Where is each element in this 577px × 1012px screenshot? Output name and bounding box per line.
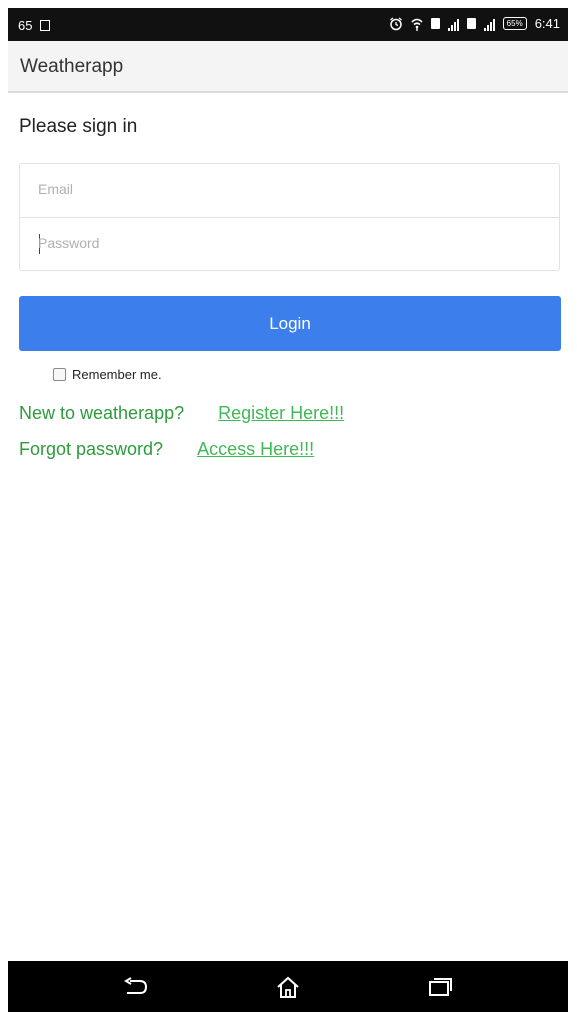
credentials-group xyxy=(19,163,560,271)
login-button[interactable]: Login xyxy=(19,296,561,351)
sim-card-2-icon xyxy=(466,18,476,29)
battery-icon: 65% xyxy=(502,17,527,30)
access-link[interactable]: Access Here!!! xyxy=(197,439,314,459)
status-notification-count: 65 xyxy=(18,18,33,33)
navigation-bar xyxy=(8,961,568,1012)
remember-me-checkbox[interactable] xyxy=(53,368,66,381)
recent-apps-icon xyxy=(429,978,452,996)
status-left: 65 xyxy=(18,18,51,33)
back-button[interactable] xyxy=(116,971,156,1003)
cell-signal-icon xyxy=(447,17,459,31)
password-field-wrapper xyxy=(20,217,559,271)
status-bar: 65 65% 6:41 xyxy=(8,8,568,41)
home-button[interactable] xyxy=(268,971,308,1003)
recent-apps-button[interactable] xyxy=(420,971,460,1003)
sim-card-icon xyxy=(430,18,440,29)
password-field[interactable] xyxy=(38,235,538,251)
home-icon xyxy=(277,976,299,998)
status-right: 65% 6:41 xyxy=(389,16,560,31)
forgot-prompt: Forgot password? xyxy=(19,439,164,459)
email-field[interactable] xyxy=(38,181,538,197)
app-title: Weatherapp xyxy=(20,56,124,77)
email-field-wrapper xyxy=(20,164,559,217)
wifi-icon xyxy=(411,18,423,31)
back-arrow-icon xyxy=(124,977,148,994)
status-time: 6:41 xyxy=(534,16,560,31)
remember-me-label: Remember me. xyxy=(72,367,162,382)
page-title: Please sign in xyxy=(19,116,138,137)
square-notification-icon xyxy=(40,20,51,31)
remember-me: Remember me. xyxy=(53,367,162,382)
cell-signal-2-icon xyxy=(483,17,495,31)
forgot-row: Forgot password? Access Here!!! xyxy=(19,439,314,460)
register-link[interactable]: Register Here!!! xyxy=(218,403,344,423)
app-bar: Weatherapp xyxy=(8,41,568,93)
alarm-clock-icon xyxy=(389,16,402,30)
register-prompt: New to weatherapp? xyxy=(19,403,185,423)
register-row: New to weatherapp? Register Here!!! xyxy=(19,403,344,424)
